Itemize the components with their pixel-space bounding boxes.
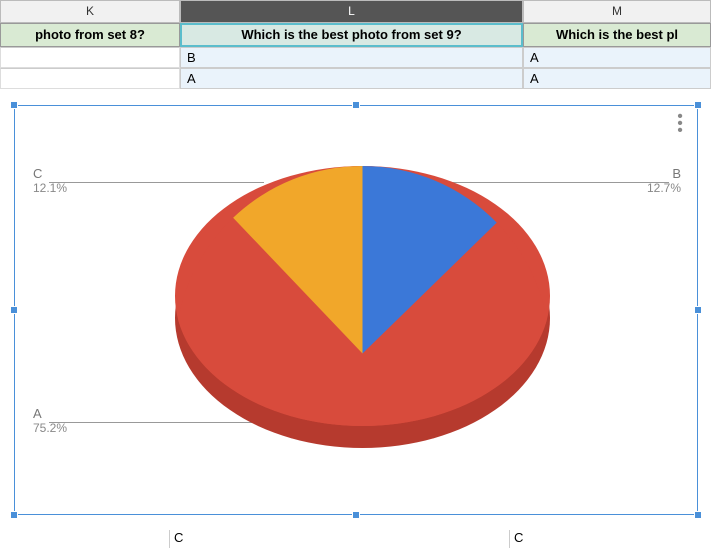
table-row: B A [0, 47, 711, 68]
cell-l-1[interactable]: B [180, 47, 523, 68]
pie-label-b-name: B [647, 166, 681, 181]
col-header-l[interactable]: L [180, 0, 523, 23]
embedded-chart[interactable]: ••• C 12.1% B 12.7% A 75.2% [14, 105, 698, 515]
pie-top [175, 166, 550, 426]
peek-cell-l[interactable]: C [169, 530, 179, 548]
pie-svg [175, 166, 550, 426]
pie-label-c-name: C [33, 166, 67, 181]
cell-m-1[interactable]: A [523, 47, 711, 68]
header-cell-m[interactable]: Which is the best pl [523, 23, 711, 47]
pie-label-c: C 12.1% [33, 166, 67, 195]
pie-label-a-name: A [33, 406, 67, 421]
cell-k-1[interactable] [0, 47, 180, 68]
chart-body: C 12.1% B 12.7% A 75.2% [15, 106, 697, 514]
cell-l-2[interactable]: A [180, 68, 523, 89]
pie-label-a-value: 75.2% [33, 421, 67, 435]
column-header-row: K L M [0, 0, 711, 23]
peek-cell-m[interactable]: C [509, 530, 519, 548]
pie-label-c-value: 12.1% [33, 181, 67, 195]
pie-label-b: B 12.7% [647, 166, 681, 195]
cell-k-2[interactable] [0, 68, 180, 89]
pie-label-b-value: 12.7% [647, 181, 681, 195]
cell-m-2[interactable]: A [523, 68, 711, 89]
col-header-k[interactable]: K [0, 0, 180, 23]
pie-label-a: A 75.2% [33, 406, 67, 435]
question-header-row: photo from set 8? Which is the best phot… [0, 23, 711, 47]
table-row: A A [0, 68, 711, 89]
header-cell-l[interactable]: Which is the best photo from set 9? [180, 23, 523, 47]
peek-row: C C [169, 530, 519, 548]
pie-3d [175, 166, 550, 456]
header-cell-k[interactable]: photo from set 8? [0, 23, 180, 47]
col-header-m[interactable]: M [523, 0, 711, 23]
